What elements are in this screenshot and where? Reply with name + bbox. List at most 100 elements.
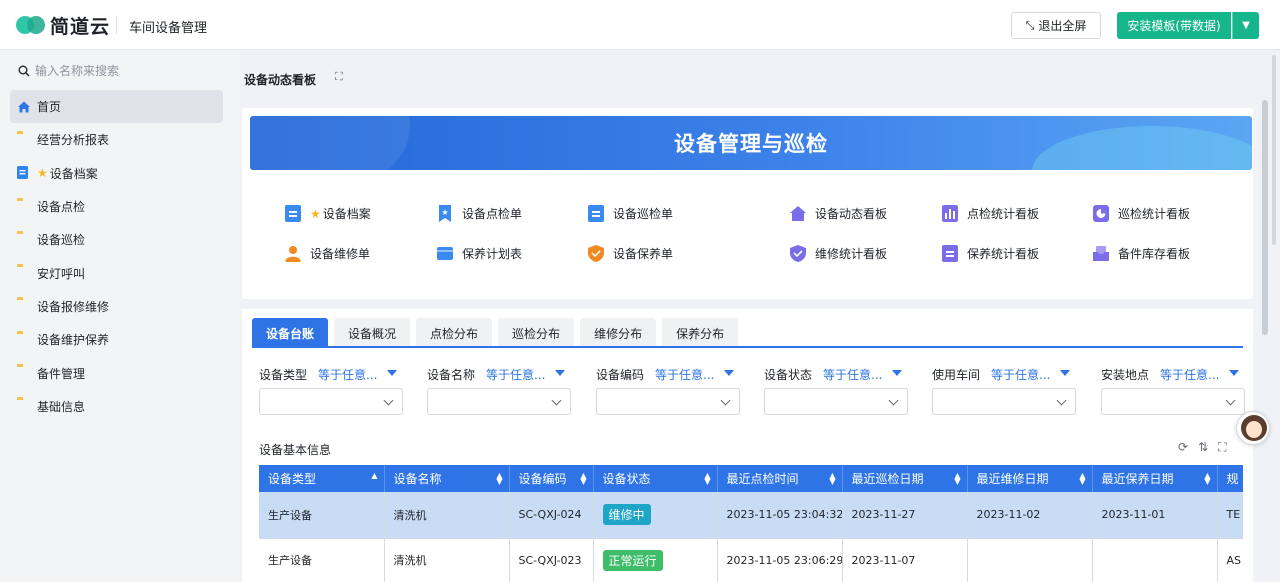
sidebar-item-basic-info[interactable]: 基础信息 <box>10 390 223 423</box>
filter-select[interactable] <box>259 388 403 415</box>
table-row[interactable]: 生产设备 清洗机 SC-QXJ-024 维修中 2023-11-05 23:04… <box>259 492 1243 539</box>
filter-operator[interactable]: 等于任意... <box>991 366 1050 383</box>
caret-down-icon[interactable] <box>387 370 397 376</box>
tab-repair-distribution[interactable]: 维修分布 <box>580 318 657 348</box>
column-header[interactable]: 最近维修日期 ▲ ▼ <box>967 465 1093 492</box>
filter-operator[interactable]: 等于任意... <box>655 366 714 383</box>
shortcut-spot-check-stats[interactable]: 点检统计看板 <box>942 205 1039 222</box>
folder-icon <box>17 233 31 247</box>
assistant-avatar[interactable] <box>1236 411 1270 445</box>
column-header[interactable]: 最近保养日期 ▲ ▼ <box>1092 465 1218 492</box>
shortcut-spot-check-form[interactable]: ★ 设备点检单 <box>437 205 522 222</box>
sidebar: 输入名称来搜索 首页 经营分析报表 ★ 设备档案 设备点检 设备巡检 安灯呼叫 … <box>0 51 233 582</box>
filter-select[interactable] <box>596 388 740 415</box>
shortcut-repair-stats[interactable]: 维修统计看板 <box>790 245 887 262</box>
column-header[interactable]: 最近巡检日期 ▲ ▼ <box>842 465 968 492</box>
caret-down-icon[interactable] <box>555 370 565 376</box>
filter-select[interactable] <box>1101 388 1245 415</box>
sidebar-item-spare-parts[interactable]: 备件管理 <box>10 356 223 389</box>
table-toolbar: ⟳ ⇅ ⛶ <box>1178 440 1227 455</box>
sidebar-item-patrol-inspection[interactable]: 设备巡检 <box>10 223 223 256</box>
nav-menu: 首页 经营分析报表 ★ 设备档案 设备点检 设备巡检 安灯呼叫 设备报修维修 设… <box>10 90 223 423</box>
shortcut-equipment-archive[interactable]: ★ 设备档案 <box>285 205 371 222</box>
sidebar-item-andon-call[interactable]: 安灯呼叫 <box>10 256 223 289</box>
sort-icon[interactable]: ▲ ▼ <box>1079 472 1085 486</box>
table-cell: 2023-11-02 <box>967 492 1093 539</box>
table-cell: 生产设备 <box>259 492 385 539</box>
tab-patrol-distribution[interactable]: 巡检分布 <box>498 318 575 348</box>
caret-down-icon[interactable] <box>892 370 902 376</box>
tab-maintenance-distribution[interactable]: 保养分布 <box>662 318 739 348</box>
table-row[interactable]: 生产设备 清洗机 SC-QXJ-023 正常运行 2023-11-05 23:0… <box>259 538 1243 582</box>
refresh-icon[interactable]: ⟳ <box>1178 440 1188 455</box>
sort-icon[interactable]: ▲ ▼ <box>704 472 710 486</box>
filter-operator[interactable]: 等于任意... <box>318 366 377 383</box>
shortcut-maintenance-form[interactable]: 设备保养单 <box>588 245 673 262</box>
exit-fullscreen-button[interactable]: ⤡ 退出全屏 <box>1011 12 1101 39</box>
caret-down-icon[interactable] <box>1229 370 1239 376</box>
sidebar-item-business-reports[interactable]: 经营分析报表 <box>10 123 223 156</box>
caret-down-icon[interactable] <box>1060 370 1070 376</box>
shortcut-patrol-stats[interactable]: 巡检统计看板 <box>1093 205 1190 222</box>
column-header[interactable]: 设备编码 ▲ ▼ <box>509 465 594 492</box>
shortcut-repair-form[interactable]: 设备维修单 <box>285 245 370 262</box>
filter-operator[interactable]: 等于任意... <box>1160 366 1219 383</box>
shortcut-label: 保养统计看板 <box>967 247 1040 261</box>
shortcut-label: 点检统计看板 <box>967 207 1040 221</box>
table-cell: 2023-11-27 <box>842 492 968 539</box>
sort-asc-icon[interactable]: ▲ <box>371 472 377 480</box>
column-header[interactable]: 设备状态 ▲ ▼ <box>593 465 718 492</box>
tab-spot-check-distribution[interactable]: 点检分布 <box>416 318 493 348</box>
sidebar-item-maintenance[interactable]: 设备维护保养 <box>10 323 223 356</box>
brand-logo[interactable]: 简道云 <box>16 12 110 39</box>
sidebar-item-equipment-archive[interactable]: ★ 设备档案 <box>10 157 223 190</box>
top-bar: 简道云 车间设备管理 ⤡ 退出全屏 安装模板(带数据) ▼ <box>0 0 1280 50</box>
exit-fullscreen-label: 退出全屏 <box>1038 19 1087 33</box>
caret-down-icon[interactable] <box>724 370 734 376</box>
folder-icon <box>17 266 31 280</box>
sidebar-item-home[interactable]: 首页 <box>10 90 223 124</box>
sort-icon[interactable]: ▲ ▼ <box>496 472 502 486</box>
sort-icon[interactable]: ▲ ▼ <box>580 472 586 486</box>
sort-icon[interactable]: ⇅ <box>1198 440 1208 455</box>
fullscreen-icon[interactable]: ⛶ <box>335 70 343 84</box>
install-template-button[interactable]: 安装模板(带数据) <box>1117 12 1231 39</box>
table-cell: 2023-11-07 <box>842 538 968 582</box>
filter-operator[interactable]: 等于任意... <box>823 366 882 383</box>
tab-equipment-overview[interactable]: 设备概况 <box>334 318 411 348</box>
table-cell: 清洗机 <box>384 538 510 582</box>
sort-icon[interactable]: ▲ ▼ <box>954 472 960 486</box>
fullscreen-icon[interactable]: ⛶ <box>1218 440 1226 455</box>
shortcut-dynamic-board[interactable]: 设备动态看板 <box>790 205 887 222</box>
shortcut-spare-parts-stock[interactable]: 备件库存看板 <box>1093 245 1190 262</box>
svg-text:★: ★ <box>441 208 448 217</box>
tab-equipment-ledger[interactable]: 设备台账 <box>252 318 329 348</box>
search-input[interactable]: 输入名称来搜索 <box>18 62 119 79</box>
status-badge: 正常运行 <box>602 549 663 571</box>
column-header[interactable]: 规 <box>1217 465 1243 492</box>
star-icon: ★ <box>37 166 48 181</box>
sidebar-item-repair[interactable]: 设备报修维修 <box>10 290 223 323</box>
filter-operator[interactable]: 等于任意... <box>486 366 545 383</box>
table-cell: 2023-11-05 23:04:32 <box>717 492 843 539</box>
sort-icon[interactable]: ▲ ▼ <box>1204 472 1210 486</box>
install-dropdown-button[interactable]: ▼ <box>1232 12 1259 39</box>
page-scrollbar[interactable] <box>1272 55 1276 245</box>
column-header[interactable]: 最近点检时间 ▲ ▼ <box>717 465 843 492</box>
table-cell: 正常运行 <box>593 538 718 582</box>
sort-icon[interactable]: ▲ ▼ <box>829 472 835 486</box>
filter-select[interactable] <box>427 388 571 415</box>
sidebar-item-label: 基础信息 <box>37 399 86 414</box>
sidebar-item-spot-check[interactable]: 设备点检 <box>10 190 223 223</box>
column-header[interactable]: 设备名称 ▲ ▼ <box>384 465 510 492</box>
table-cell <box>1092 538 1218 582</box>
content-scrollbar[interactable] <box>1262 100 1268 335</box>
shortcut-maintenance-stats[interactable]: 保养统计看板 <box>942 245 1039 262</box>
shortcut-maintenance-plan[interactable]: 保养计划表 <box>437 245 522 262</box>
column-header[interactable]: 设备类型 ▲ <box>259 465 385 492</box>
table-cell: 2023-11-05 23:06:29 <box>717 538 843 582</box>
filter-select[interactable] <box>764 388 908 415</box>
filter-select[interactable] <box>932 388 1076 415</box>
page-title: 设备动态看板 <box>244 73 317 87</box>
shortcut-patrol-form[interactable]: 设备巡检单 <box>588 205 673 222</box>
